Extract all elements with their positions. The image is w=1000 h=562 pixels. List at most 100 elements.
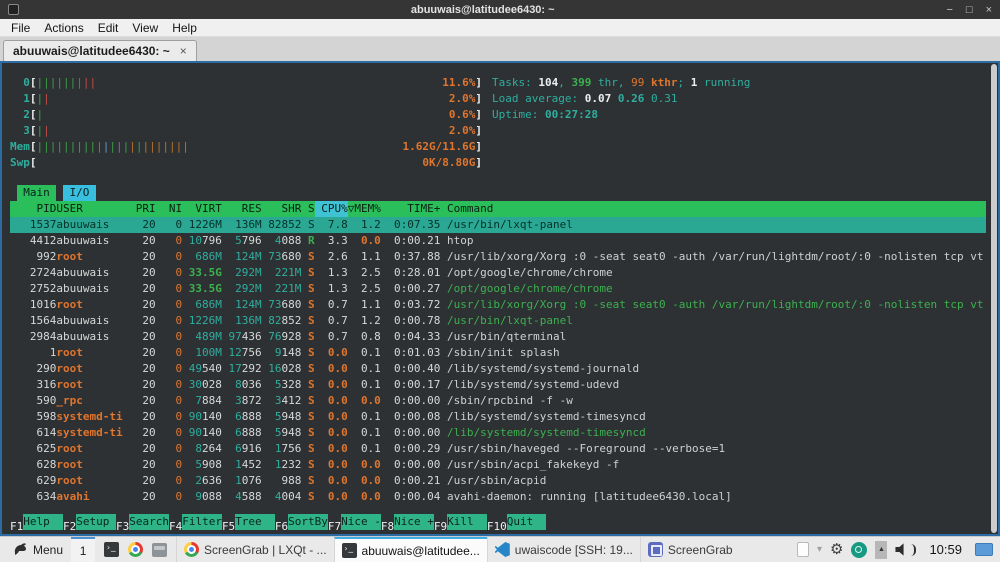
taskbar-task[interactable]: abuuwais@latitudee...: [333, 537, 487, 562]
process-row[interactable]: 598 systemd-ti 20 0 90140 6888 5948 S 0.0 0.1 0:00…: [10, 409, 986, 425]
gear-icon[interactable]: ⚙: [830, 541, 843, 558]
chevron-down-icon[interactable]: ▾: [817, 542, 822, 557]
clipboard-icon[interactable]: [793, 541, 809, 557]
process-row[interactable]: 628 root 20 0 5908 1452 1232 S 0.0 0.0 0:00.00/usr…: [10, 457, 986, 473]
terminal-icon: [341, 543, 357, 558]
task-label: ScreenGrab: [667, 542, 733, 557]
task-list: ScreenGrab | LXQt - ... abuuwais@latitude…: [176, 537, 740, 562]
filemanager-launcher-icon[interactable]: [152, 542, 168, 557]
fnkey-f7-nice[interactable]: F7Nice -: [328, 514, 381, 533]
terminal-scrollbar[interactable]: [991, 64, 997, 533]
lxqt-bird-icon: [14, 542, 26, 555]
menu-item-view[interactable]: View: [125, 20, 165, 36]
chrome-launcher-icon[interactable]: [128, 542, 144, 557]
function-key-bar: F1Help F2Setup F3Search F4Filter F5Tree F6Sor…: [10, 514, 986, 533]
window-titlebar: abuuwais@latitudee6430: ~ − □ ×: [0, 0, 1000, 19]
chrome-icon: [184, 542, 200, 557]
col-header-command[interactable]: Command: [440, 201, 986, 217]
taskbar-task[interactable]: uwaiscode [SSH: 19...: [486, 537, 640, 562]
task-label: ScreenGrab | LXQt - ...: [204, 542, 327, 557]
col-header-ni[interactable]: NI: [156, 201, 182, 217]
terminal-launcher-icon[interactable]: [104, 542, 120, 557]
process-row[interactable]: 634 avahi 20 0 9088 4588 4004 S 0.0 0.0 0:00.04 ava…: [10, 489, 986, 505]
htop-screen-tabs: Main I/O: [10, 185, 986, 201]
process-row[interactable]: 1 root 20 0 100M 12756 9148 S 0.0 0.1 0:01.03/sbin…: [10, 345, 986, 361]
col-header-s[interactable]: S: [301, 201, 315, 217]
vscode-icon: [494, 542, 510, 557]
tasks-summary: Tasks: 104, 399 thr, 99 kthr; 1 running: [492, 76, 751, 89]
process-row[interactable]: 2752 abuuwais 20 0 33.5G 292M 221M S 1.3 2.5 0:00.…: [10, 281, 986, 297]
process-row[interactable]: 290 root 20 0 49540 17292 16028 S 0.0 0.1 0:00.40/…: [10, 361, 986, 377]
menu-item-actions[interactable]: Actions: [37, 20, 90, 36]
fnkey-f5-tree[interactable]: F5Tree: [222, 514, 275, 533]
minimize-button[interactable]: −: [946, 4, 952, 16]
terminal-tabbar: abuuwais@latitudee6430: ~ ×: [0, 37, 1000, 61]
swp-meter: Swp[0K/8.80G]: [10, 156, 482, 169]
maximize-button[interactable]: □: [966, 4, 973, 16]
process-table: 1537 abuuwais 20 0 1226M 136M 82852 S 7.8 1.2 0:07…: [10, 217, 986, 505]
speaker-wave-icon: [911, 543, 917, 556]
screengrab-icon: [647, 542, 663, 557]
htop-tab-io[interactable]: I/O: [62, 185, 97, 201]
process-row[interactable]: 1564 abuuwais 20 0 1226M 136M 82852 S 0.7 1.2 0:00…: [10, 313, 986, 329]
cpu-meter-2: 2[| 0.6%]: [23, 108, 482, 121]
task-label: uwaiscode [SSH: 19...: [514, 542, 633, 557]
process-row[interactable]: 625 root 20 0 8264 6916 1756 S 0.0 0.1 0:00.29/usr…: [10, 441, 986, 457]
menu-label: Menu: [33, 542, 64, 557]
col-header-time+[interactable]: TIME+: [381, 201, 440, 217]
process-row[interactable]: 4412 abuuwais 20 0 10796 5796 4088 R 3.3 0.0 0:00.…: [10, 233, 986, 249]
close-button[interactable]: ×: [986, 4, 992, 16]
fnkey-f2-setup[interactable]: F2Setup: [63, 514, 116, 533]
show-desktop-button[interactable]: [975, 543, 993, 556]
taskbar: Menu 1 ScreenGrab | LXQt - ... abuuwais@l…: [0, 536, 1000, 562]
process-row[interactable]: 992 root 20 0 686M 124M 73680 S 2.6 1.1 0:37.88/us…: [10, 249, 986, 265]
fnkey-f1-help[interactable]: F1Help: [10, 514, 63, 533]
col-header-mem%[interactable]: ▽MEM%: [348, 201, 381, 217]
window-title: abuuwais@latitudee6430: ~: [410, 3, 555, 16]
htop-header-area: 0[||||||||| 11.6%] 1[|| 2.0%] 2[| 0.6%] 3[|| 2.…: [10, 75, 986, 171]
fnkey-f8-nice[interactable]: F8Nice +: [381, 514, 434, 533]
fnkey-f6-sortby[interactable]: F6SortBy: [275, 514, 328, 533]
cpu-meter-0: 0[||||||||| 11.6%]: [23, 76, 482, 89]
fnkey-f3-search[interactable]: F3Search: [116, 514, 169, 533]
fnkey-f10-quit[interactable]: F10Quit: [487, 514, 547, 533]
taskbar-task[interactable]: ScreenGrab | LXQt - ...: [176, 537, 334, 562]
terminal-window[interactable]: 0[||||||||| 11.6%] 1[|| 2.0%] 2[| 0.6%] 3[|| 2.…: [0, 61, 1000, 536]
process-row[interactable]: 1537 abuuwais 20 0 1226M 136M 82852 S 7.8 1.2 0:07…: [10, 217, 986, 233]
process-row[interactable]: 316 root 20 0 30028 8036 5328 S 0.0 0.1 0:00.17/li…: [10, 377, 986, 393]
process-row[interactable]: 1016 root 20 0 686M 124M 73680 S 0.7 1.1 0:03.72/u…: [10, 297, 986, 313]
col-header-res[interactable]: RES: [222, 201, 262, 217]
cpu-meter-3: 3[|| 2.0%]: [23, 124, 482, 137]
fnkey-f9-kill[interactable]: F9Kill: [434, 514, 487, 533]
process-row[interactable]: 2984 abuuwais 20 0 489M 97436 76928 S 0.7 0.8 0:04…: [10, 329, 986, 345]
clock[interactable]: 10:59: [929, 542, 962, 557]
task-label: abuuwais@latitudee...: [361, 543, 480, 558]
tab-close-icon[interactable]: ×: [180, 44, 187, 58]
uptime: Uptime: 00:27:28: [492, 108, 598, 121]
process-row[interactable]: 614 systemd-ti 20 0 90140 6888 5948 S 0.0 0.1 0:00…: [10, 425, 986, 441]
taskbar-task[interactable]: ScreenGrab: [639, 537, 740, 562]
col-header-pri[interactable]: PRI: [129, 201, 156, 217]
process-row[interactable]: 2724 abuuwais 20 0 33.5G 292M 221M S 1.3 2.5 0:28.…: [10, 265, 986, 281]
col-header-virt[interactable]: VIRT: [182, 201, 222, 217]
speaker-icon[interactable]: [895, 543, 904, 556]
col-header-user[interactable]: USER: [56, 201, 129, 217]
terminal-tab[interactable]: abuuwais@latitudee6430: ~ ×: [3, 40, 197, 61]
fnkey-f4-filter[interactable]: F4Filter: [169, 514, 222, 533]
col-header-shr[interactable]: SHR: [262, 201, 301, 217]
workspace-switcher[interactable]: 1: [71, 537, 96, 562]
start-menu-button[interactable]: Menu: [4, 537, 71, 562]
process-row[interactable]: 590 _rpc 20 0 7884 3872 3412 S 0.0 0.0 0:00.00/sbi…: [10, 393, 986, 409]
network-green-icon[interactable]: [851, 541, 868, 558]
cpu-meter-1: 1[|| 2.0%]: [23, 92, 482, 105]
system-tray: ▾ ⚙ ▲ 10:59: [793, 540, 996, 559]
menu-item-file[interactable]: File: [4, 20, 37, 36]
process-row[interactable]: 629 root 20 0 2636 1076 988 S 0.0 0.0 0:00.21/usr/…: [10, 473, 986, 489]
process-table-header: PID USER PRI NI VIRT RES SHR S CPU% ▽MEM% TIME+ Com…: [10, 201, 986, 217]
menu-item-help[interactable]: Help: [165, 20, 204, 36]
col-header-pid[interactable]: PID: [10, 201, 56, 217]
menu-item-edit[interactable]: Edit: [91, 20, 126, 36]
volume-step-icon[interactable]: ▲: [875, 540, 888, 559]
htop-tab-main[interactable]: Main: [16, 185, 57, 201]
col-header-cpu%[interactable]: CPU%: [314, 201, 348, 217]
